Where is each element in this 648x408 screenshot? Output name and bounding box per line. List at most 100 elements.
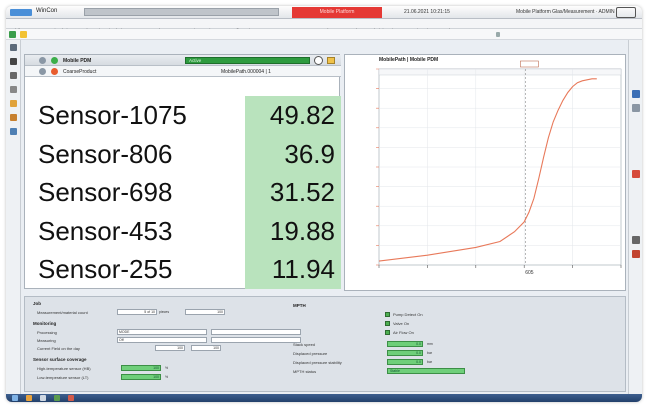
current-field-input-2[interactable]: 100 <box>191 345 221 351</box>
processing-label: Processing <box>37 330 57 335</box>
app-window: WinCon Mobile Platform 21.06.2021 10:21:… <box>6 6 642 402</box>
home-icon[interactable] <box>9 31 16 38</box>
cursor-label-box <box>520 60 539 68</box>
measuring-select[interactable]: Off <box>117 337 207 343</box>
warning-icon[interactable] <box>20 31 27 38</box>
toolbar <box>6 29 642 40</box>
sensor-row[interactable]: Sensor-806 36.9 <box>25 134 341 173</box>
processing-select[interactable]: MODE <box>117 329 207 335</box>
sensor-row[interactable]: Sensor-1075 49.82 <box>25 96 341 135</box>
coverage-lt-value: 100 <box>121 374 161 380</box>
sensor-value: 19.88 <box>269 215 335 246</box>
sensor-value-cell: 11.94 <box>245 250 341 289</box>
coverage-hb-value: 100 <box>121 365 161 371</box>
mpth-heading: MPTH <box>293 303 306 308</box>
air-flow-checkbox[interactable] <box>385 330 390 335</box>
datetime-label: 21.06.2021 10:21:15 <box>404 9 450 15</box>
pump-detect-label: Pump Detect On <box>393 312 423 317</box>
sensor-panel-header: Mobile PDM Active <box>25 55 341 66</box>
pin-icon[interactable] <box>496 32 500 37</box>
pressure-unit: bar <box>427 351 433 355</box>
title-bar: WinCon Mobile Platform 21.06.2021 10:21:… <box>6 6 642 19</box>
active-status-bar: Active <box>185 57 310 64</box>
pressure-stability-value: 0.0 <box>387 359 423 365</box>
measuring-select-2[interactable] <box>211 337 301 343</box>
tools-icon[interactable] <box>10 114 17 121</box>
database-icon[interactable] <box>10 128 17 135</box>
coverage-lt-label: Low-temperature sensor (LT) <box>37 375 89 380</box>
settings-icon[interactable] <box>39 57 46 64</box>
mobile-path-label: MobilePath.000004 | 1 <box>221 69 271 75</box>
app-icon[interactable] <box>68 395 74 401</box>
job-unit: pieces <box>159 310 170 314</box>
sensor-name: Sensor-453 <box>38 215 173 246</box>
job-total-field[interactable]: 100 <box>185 309 225 315</box>
delete-icon[interactable] <box>632 170 640 178</box>
job-count-field[interactable]: 5 of 10 <box>117 309 157 315</box>
edit-icon[interactable] <box>10 44 17 51</box>
explorer-icon[interactable] <box>26 395 32 401</box>
monitoring-heading: Monitoring <box>33 321 57 326</box>
mpth-status-label: MPTH status <box>293 369 317 374</box>
pump-detect-checkbox[interactable] <box>385 312 390 317</box>
list-icon[interactable] <box>10 58 17 65</box>
sensor-value-cell: 36.9 <box>245 134 341 173</box>
close-icon[interactable] <box>10 72 17 79</box>
coverage-heading: Sensor surface coverage <box>33 357 87 362</box>
sensor-row[interactable]: Sensor-255 11.94 <box>25 250 341 289</box>
copy-icon[interactable] <box>10 86 17 93</box>
zoom-icon[interactable] <box>632 236 640 244</box>
sensor-name: Sensor-255 <box>38 254 173 284</box>
coverage-hb-label: High-temperature sensor (HB) <box>37 366 91 371</box>
stack-speed-unit: mm <box>427 342 433 346</box>
print-icon[interactable] <box>632 250 640 258</box>
brand-logo-icon <box>616 7 636 18</box>
app-icon[interactable] <box>40 395 46 401</box>
record-button[interactable] <box>314 56 323 65</box>
layers-icon[interactable] <box>632 104 640 112</box>
taskbar <box>6 394 642 402</box>
sensor-value-cell: 31.52 <box>245 173 341 212</box>
valve-checkbox[interactable] <box>385 321 390 326</box>
sensor-value: 49.82 <box>269 100 335 130</box>
job-heading: Job <box>33 301 42 306</box>
app-logo-icon <box>10 9 32 16</box>
valve-label: Valve On <box>393 321 410 326</box>
pressure-stability-unit: bar <box>427 360 433 364</box>
sensor-value: 36.9 <box>284 138 335 169</box>
start-icon[interactable] <box>12 395 18 401</box>
chart-panel: MobilePath | Mobile PDM 605 <box>344 54 626 291</box>
user-info: Mobile Platform Glas/Measurement · ADMIN <box>516 9 615 15</box>
title-progress-bar <box>84 8 279 16</box>
sensor-row[interactable]: Sensor-698 31.52 <box>25 173 341 212</box>
sensor-panel: Mobile PDM Active CoarseProduct MobilePa… <box>24 54 341 289</box>
product-name: CoarseProduct <box>63 69 97 75</box>
app-name: WinCon <box>36 8 58 14</box>
bottom-panel: Job Measurement/material count 5 of 10 p… <box>24 296 626 392</box>
panel-title: Mobile PDM <box>63 58 92 64</box>
sensor-row[interactable]: Sensor-453 19.88 <box>25 211 341 250</box>
coverage-hb-unit: % <box>165 366 169 370</box>
job-label: Measurement/material count <box>37 310 88 315</box>
alarm-banner[interactable]: Mobile Platform <box>292 7 382 18</box>
current-field-label: Current Field on the day <box>37 346 80 351</box>
current-field-input[interactable]: 100 <box>155 345 185 351</box>
plot-header <box>378 68 622 76</box>
status-ok-icon <box>51 57 58 64</box>
sensor-value-cell: 19.88 <box>245 211 341 250</box>
sensor-value: 31.52 <box>269 177 335 207</box>
settings-icon[interactable] <box>39 68 46 75</box>
pressure-stability-label: Displaced pressure stability <box>293 360 342 365</box>
menu-bar: Mobile PDM PD Simulation Glass Sim. Simu… <box>6 19 642 33</box>
sensor-panel-subheader: CoarseProduct MobilePath.000004 | 1 <box>25 66 341 77</box>
pressure-value: 0.0 <box>387 350 423 356</box>
line-chart[interactable]: 605 <box>345 55 627 292</box>
chart-settings-icon[interactable] <box>632 90 640 98</box>
stack-speed-label: Stack speed <box>293 342 316 347</box>
export-icon[interactable] <box>327 57 335 64</box>
stack-speed-value: 0.0 <box>387 341 423 347</box>
cursor-value-label: 605 <box>525 270 534 276</box>
app-icon[interactable] <box>54 395 60 401</box>
folder-icon[interactable] <box>10 100 17 107</box>
processing-select-2[interactable] <box>211 329 301 335</box>
